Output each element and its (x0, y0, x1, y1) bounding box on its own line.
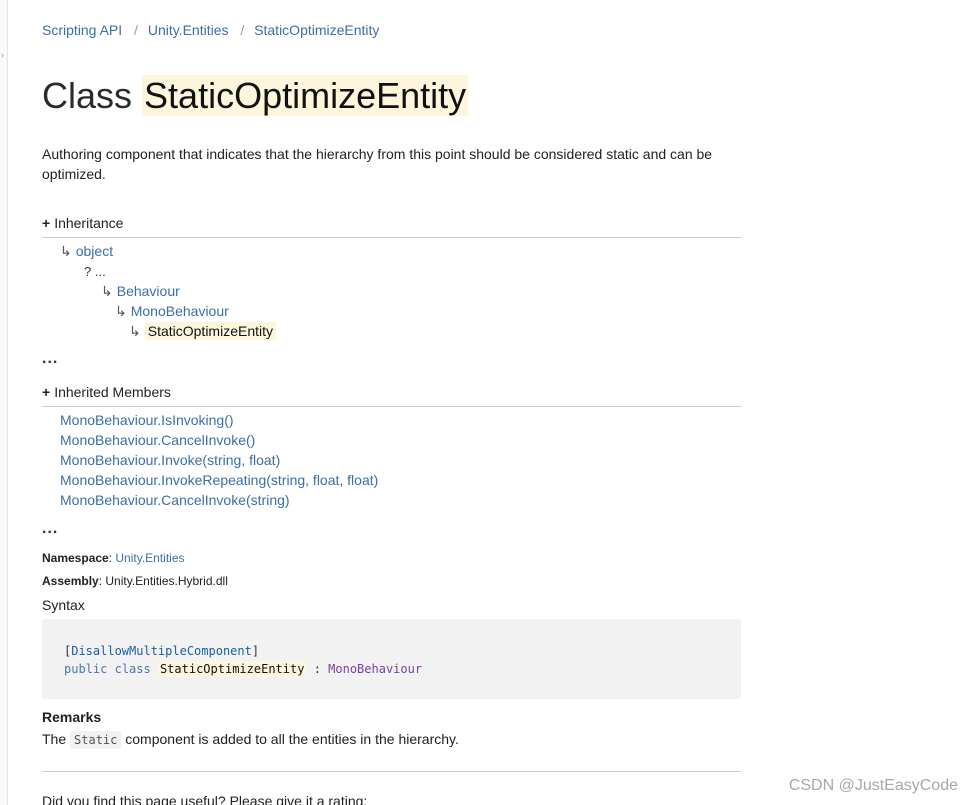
breadcrumb-static-optimize-entity[interactable]: StaticOptimizeEntity (254, 22, 379, 38)
inheritance-current-class: StaticOptimizeEntity (144, 322, 276, 340)
member-link-invokerepeating[interactable]: MonoBehaviour.InvokeRepeating(string, fl… (60, 470, 378, 490)
member-link-cancelinvoke-string[interactable]: MonoBehaviour.CancelInvoke(string) (60, 490, 378, 510)
rating-question: Did you find this page useful? Please gi… (42, 793, 368, 805)
namespace-line: Namespace: Unity.Entities (42, 551, 185, 565)
code-base-type: MonoBehaviour (328, 662, 423, 676)
inheritance-item-gap: ? ... (84, 261, 106, 282)
code-line-attribute: [DisallowMultipleComponent] (64, 642, 719, 660)
code-line-declaration: public class StaticOptimizeEntity : Mono… (64, 660, 719, 678)
inherited-members-list: MonoBehaviour.IsInvoking() MonoBehaviour… (60, 410, 378, 510)
class-summary: Authoring component that indicates that … (42, 146, 713, 182)
page-title-prefix: Class (42, 75, 133, 116)
inheritance-link-behaviour[interactable]: Behaviour (117, 283, 180, 299)
content-divider (42, 771, 741, 772)
breadcrumb-separator: / (240, 22, 245, 38)
remarks-text-before: The (42, 731, 67, 747)
member-link-isinvoking[interactable]: MonoBehaviour.IsInvoking() (60, 410, 378, 430)
inheritance-arrow-icon: ↳ (101, 283, 113, 299)
inheritance-link-monobehaviour[interactable]: MonoBehaviour (131, 303, 229, 319)
remarks-text: The Static component is added to all the… (42, 731, 459, 749)
inheritance-more-ellipsis[interactable]: ... (42, 350, 58, 368)
inheritance-link-object[interactable]: object (76, 243, 113, 259)
inheritance-heading: Inheritance (54, 215, 124, 231)
syntax-code-block[interactable]: [DisallowMultipleComponent] public class… (42, 619, 741, 699)
watermark: CSDN @JustEasyCode (788, 777, 958, 794)
remarks-text-after: component is added to all the entities i… (125, 731, 459, 747)
gutter-caret-icon: › (1, 50, 4, 60)
code-keyword-class: class (114, 662, 151, 676)
inheritance-arrow-icon: ↳ (115, 303, 127, 319)
breadcrumb: Scripting API / Unity.Entities / StaticO… (42, 22, 379, 38)
inheritance-header[interactable]: + Inheritance (42, 214, 741, 238)
inherited-members-header[interactable]: + Inherited Members (42, 383, 741, 407)
remarks-inline-code: Static (70, 731, 122, 749)
breadcrumb-unity-entities[interactable]: Unity.Entities (148, 22, 229, 38)
remarks-title: Remarks (42, 709, 102, 725)
breadcrumb-scripting-api[interactable]: Scripting API (42, 22, 122, 38)
inheritance-item-behaviour: ↳ Behaviour (101, 281, 180, 301)
code-colon: : (313, 662, 321, 676)
member-link-cancelinvoke[interactable]: MonoBehaviour.CancelInvoke() (60, 430, 378, 450)
expand-plus-icon[interactable]: + (42, 215, 50, 231)
assembly-value: Unity.Entities.Hybrid.dll (105, 574, 228, 588)
inheritance-item-object: ↳ object (60, 241, 113, 261)
inherited-members-heading: Inherited Members (54, 384, 171, 400)
namespace-label: Namespace (42, 551, 109, 565)
code-bracket-close: ] (251, 644, 260, 658)
left-scroll-gutter[interactable]: › (0, 0, 8, 805)
namespace-link[interactable]: Unity.Entities (115, 551, 184, 565)
inheritance-gap-text: ? ... (84, 264, 106, 279)
inheritance-item-current: ↳ StaticOptimizeEntity (129, 321, 276, 341)
inheritance-arrow-icon: ↳ (60, 243, 72, 259)
page-title: Class StaticOptimizeEntity (42, 74, 469, 118)
syntax-label: Syntax (42, 597, 85, 613)
member-link-invoke[interactable]: MonoBehaviour.Invoke(string, float) (60, 450, 378, 470)
code-attribute: DisallowMultipleComponent (71, 644, 252, 658)
code-class-name: StaticOptimizeEntity (157, 661, 307, 677)
page-title-class-name: StaticOptimizeEntity (142, 75, 469, 116)
members-more-ellipsis[interactable]: ... (42, 520, 58, 538)
breadcrumb-separator: / (134, 22, 138, 38)
inheritance-item-monobehaviour: ↳ MonoBehaviour (115, 301, 229, 321)
assembly-label: Assembly (42, 574, 99, 588)
inheritance-arrow-icon: ↳ (129, 323, 141, 339)
code-keyword-public: public (64, 662, 108, 676)
expand-plus-icon[interactable]: + (42, 384, 50, 400)
assembly-line: Assembly: Unity.Entities.Hybrid.dll (42, 574, 228, 588)
